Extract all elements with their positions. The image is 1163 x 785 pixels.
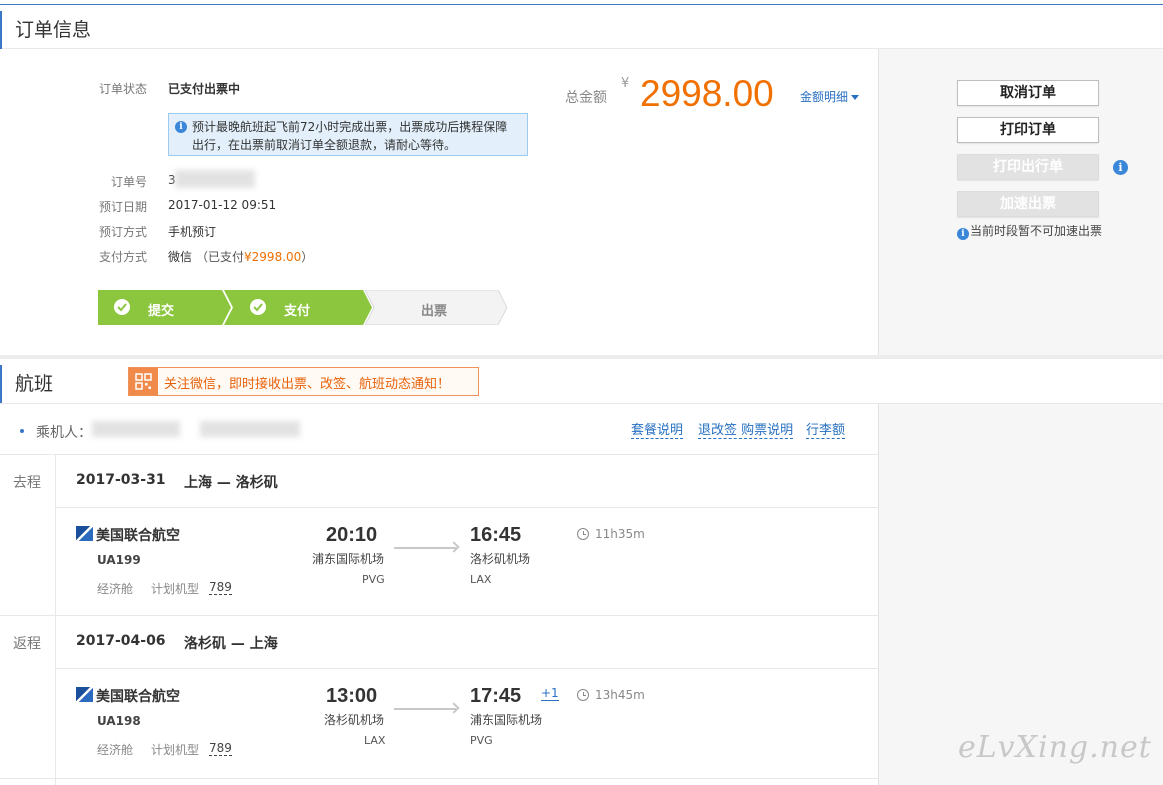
- segment-type-label: 返程: [13, 636, 41, 652]
- departure-airport: 浦东国际机场: [312, 552, 385, 566]
- qr-code-icon: [129, 368, 158, 395]
- order-number-redaction: [175, 170, 255, 188]
- divider: [56, 668, 878, 669]
- print-order-button[interactable]: 打印订单: [957, 117, 1099, 143]
- divider: [55, 454, 56, 785]
- united-airlines-logo-icon: [76, 687, 93, 702]
- cabin-class: 经济舱: [97, 582, 134, 596]
- plane-type-value[interactable]: 789: [209, 580, 232, 595]
- baggage-allowance-link[interactable]: 行李额: [806, 423, 846, 439]
- expedite-ticket-button: 加速出票: [957, 191, 1099, 217]
- cabin-class: 经济舱: [97, 743, 134, 757]
- step-1-label: 提交: [148, 304, 175, 319]
- order-number-label: 订单号: [111, 175, 148, 189]
- flight-duration: 13h45m: [595, 688, 645, 702]
- segment-route: 洛杉矶 — 上海: [184, 636, 278, 652]
- step-2-check-icon: [250, 299, 266, 315]
- order-section-title: 订单信息: [15, 19, 92, 41]
- flight-duration: 11h35m: [595, 527, 645, 541]
- payment-method-label: 支付方式: [99, 250, 148, 264]
- arrival-code: PVG: [470, 734, 493, 747]
- step-3-label: 出票: [421, 304, 448, 319]
- departure-time: 20:10: [326, 524, 378, 546]
- print-itinerary-button: 打印出行单: [957, 154, 1099, 180]
- departure-airport: 洛杉矶机场: [324, 713, 385, 727]
- qr-code-graphic: [135, 373, 152, 390]
- status-value: 已支付出票中: [168, 82, 241, 96]
- departure-code: PVG: [362, 573, 385, 586]
- info-icon[interactable]: i: [1113, 160, 1128, 175]
- info-icon: i: [957, 228, 969, 240]
- clock-icon: [577, 689, 589, 701]
- wechat-follow-banner[interactable]: 关注微信，即时接收出票、改签、航班动态通知！: [128, 367, 479, 396]
- amount-detail-label: 金额明细: [800, 90, 849, 104]
- section-accent-bar: [0, 11, 2, 49]
- total-amount-value: 2998.00: [640, 73, 774, 114]
- amount-detail-link[interactable]: 金额明细: [800, 88, 860, 105]
- payment-method-value: 微信 （已支付¥2998.00）: [168, 248, 313, 265]
- payment-method-name: 微信: [168, 250, 193, 264]
- arrow-right-icon: [394, 547, 456, 549]
- divider: [56, 507, 878, 508]
- plane-type-value[interactable]: 789: [209, 741, 232, 756]
- segment-date: 2017-04-06: [76, 633, 166, 649]
- order-progress-steps: 提交 支付 出票: [98, 289, 508, 326]
- flight-section-title: 航班: [15, 373, 54, 395]
- divider: [0, 615, 878, 616]
- arrival-code: LAX: [470, 573, 492, 586]
- clock-icon: [577, 528, 589, 540]
- order-section-header: 订单信息: [0, 5, 1163, 49]
- booking-method-value: 手机预订: [168, 225, 217, 239]
- departure-time: 13:00: [326, 685, 378, 707]
- arrival-time: 17:45: [470, 685, 522, 707]
- segment-route: 上海 — 洛杉矶: [184, 475, 278, 491]
- status-label: 订单状态: [99, 82, 148, 96]
- info-icon: i: [175, 121, 187, 133]
- next-day-badge[interactable]: +1: [541, 687, 559, 701]
- arrival-airport: 浦东国际机场: [470, 713, 543, 727]
- site-watermark: eLvXing.net: [958, 730, 1152, 765]
- chevron-down-icon: [851, 95, 860, 100]
- airline-name: 美国联合航空: [96, 689, 180, 705]
- expedite-hint-text: 当前时段暂不可加速出票: [970, 224, 1103, 238]
- passenger-id-redaction: [200, 421, 300, 437]
- currency-symbol: ¥: [621, 76, 630, 91]
- passenger-name-redaction: [92, 421, 180, 437]
- bullet-dot: [20, 429, 24, 433]
- arrival-airport: 洛杉矶机场: [470, 552, 531, 566]
- cancel-order-button[interactable]: 取消订单: [957, 80, 1099, 106]
- paid-prefix: （已支付: [196, 250, 245, 264]
- section-accent-bar: [0, 365, 2, 403]
- booking-date-label: 预订日期: [99, 200, 148, 214]
- arrow-right-icon: [394, 708, 456, 710]
- wechat-banner-text: 关注微信，即时接收出票、改签、航班动态通知！: [164, 377, 451, 392]
- departure-code: LAX: [364, 734, 386, 747]
- flight-number: UA199: [97, 553, 141, 567]
- segment-type-label: 去程: [13, 475, 41, 491]
- united-airlines-logo-icon: [76, 526, 93, 541]
- notice-text: 预计最晚航班起飞前72小时完成出票，出票成功后携程保障出行，在出票前取消订单全额…: [192, 120, 508, 152]
- expedite-hint: i 当前时段暂不可加速出票: [957, 222, 1102, 240]
- divider: [0, 778, 878, 779]
- package-info-link[interactable]: 套餐说明: [631, 423, 684, 439]
- plane-type-label: 计划机型: [151, 743, 200, 757]
- booking-method-label: 预订方式: [99, 225, 148, 239]
- booking-date-value: 2017-01-12 09:51: [168, 198, 277, 212]
- divider: [0, 454, 878, 455]
- arrival-time: 16:45: [470, 524, 522, 546]
- plane-type-label: 计划机型: [151, 582, 200, 596]
- ticketing-notice: i 预计最晚航班起飞前72小时完成出票，出票成功后携程保障出行，在出票前取消订单…: [168, 113, 528, 156]
- paid-suffix: ）: [301, 250, 314, 264]
- refund-change-policy-link[interactable]: 退改签 购票说明: [698, 423, 794, 439]
- airline-name: 美国联合航空: [96, 528, 180, 544]
- passenger-label: 乘机人：: [36, 425, 92, 441]
- flight-number: UA198: [97, 714, 141, 728]
- step-2-label: 支付: [284, 304, 311, 319]
- paid-amount: ¥2998.00: [244, 250, 302, 264]
- total-amount-label: 总金额: [565, 90, 607, 106]
- flight-side-panel: [878, 404, 1163, 785]
- segment-date: 2017-03-31: [76, 472, 166, 488]
- step-1-check-icon: [114, 299, 130, 315]
